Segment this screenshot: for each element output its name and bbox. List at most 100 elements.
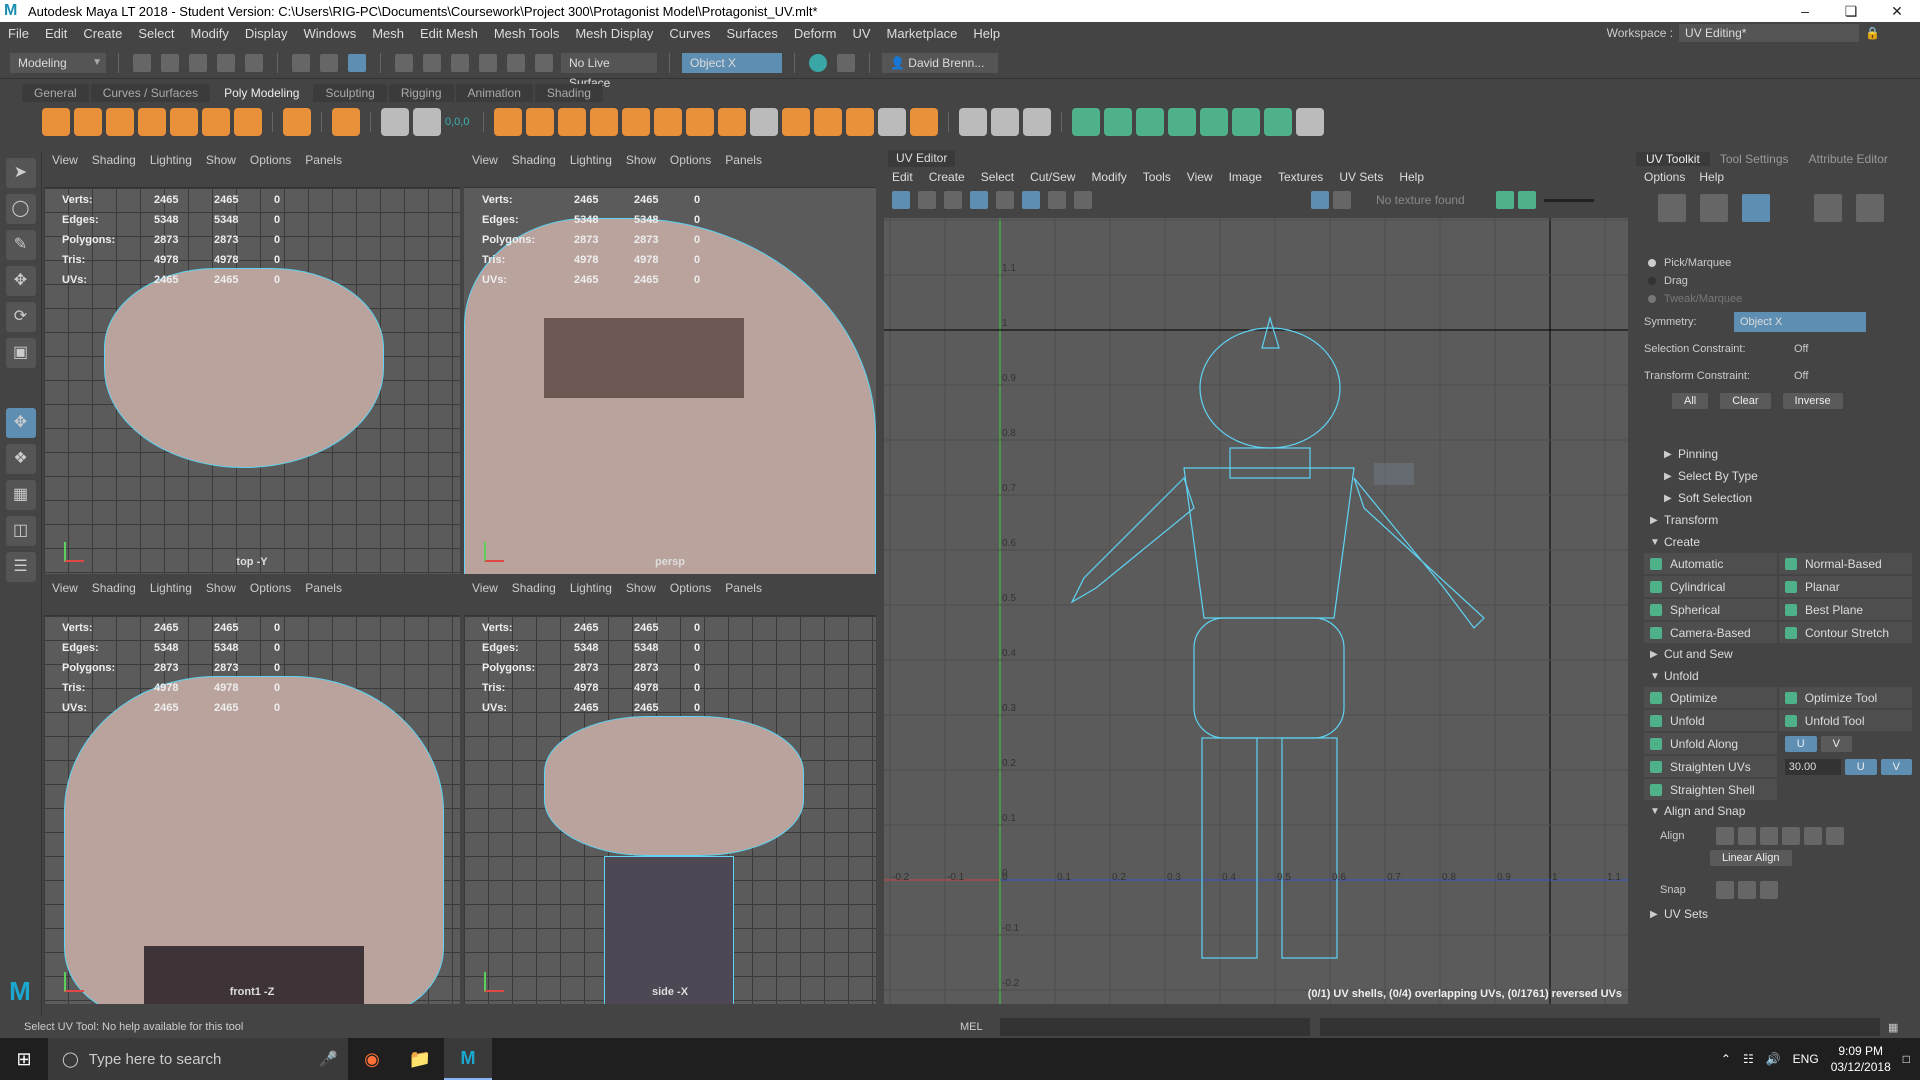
viewport-menu-lighting[interactable]: Lighting [150, 153, 192, 167]
best-plane-button[interactable]: Best Plane [1779, 599, 1912, 620]
language-indicator[interactable]: ENG [1793, 1052, 1819, 1066]
poly-cylinder-icon[interactable] [106, 108, 134, 136]
move-tool-icon[interactable]: ✥ [5, 266, 36, 296]
clock[interactable]: 9:09 PM 03/12/2018 [1831, 1043, 1891, 1075]
mirror-icon[interactable] [558, 108, 586, 136]
lasso-tool-icon[interactable]: ◯ [5, 194, 36, 224]
workspace-dropdown[interactable]: UV Editing* [1679, 24, 1860, 42]
uv-menu-tools[interactable]: Tools [1143, 170, 1171, 184]
outliner-icon[interactable]: ☰ [5, 552, 36, 582]
network-icon[interactable]: ☷ [1743, 1052, 1754, 1066]
rotate-tool-icon[interactable]: ⟳ [5, 302, 36, 332]
uv-menu-uv-sets[interactable]: UV Sets [1339, 170, 1383, 184]
menu-set-dropdown[interactable]: Modeling ▼ [10, 52, 106, 73]
viewport-side[interactable]: View Shading Lighting Show Options Panel… [464, 578, 876, 1004]
uv-texture-borders-icon[interactable] [918, 191, 936, 209]
snap-projected-icon[interactable] [479, 53, 497, 72]
edge-mode-icon[interactable] [1700, 194, 1728, 222]
poly-sphere-icon[interactable] [42, 108, 70, 136]
tab-tool-settings[interactable]: Tool Settings [1710, 152, 1799, 166]
align-center-v-icon[interactable] [1804, 826, 1822, 845]
uv-canvas[interactable]: -0.2 -0.1 0 0.1 0.2 0.3 0.4 0.5 0.6 0.7 0.8 0.9 1 1.1… [884, 218, 1628, 1004]
super-shape-icon[interactable] [332, 108, 360, 136]
vertex-mode-icon[interactable] [1658, 194, 1686, 222]
section-pinning[interactable]: ▶ Pinning [1636, 443, 1920, 465]
menu-marketplace[interactable]: Marketplace [879, 26, 966, 41]
viewport-menu-lighting[interactable]: Lighting [570, 581, 612, 595]
uv-shaded-icon[interactable] [944, 191, 962, 209]
viewport-menu-view[interactable]: View [52, 581, 78, 595]
menu-help[interactable]: Help [965, 26, 1008, 41]
poly-disc-icon[interactable] [234, 108, 262, 136]
viewport-toolbar[interactable] [464, 170, 876, 188]
fill-hole-icon[interactable] [750, 108, 778, 136]
layout-quad-icon[interactable]: ▦ [5, 480, 36, 510]
shelf-tab-general[interactable]: General [22, 84, 89, 102]
uv-menu-image[interactable]: Image [1229, 170, 1262, 184]
select-component-icon[interactable] [348, 53, 366, 72]
spherical-mapping-icon[interactable] [1136, 108, 1164, 136]
viewport-menu-options[interactable]: Options [670, 581, 711, 595]
viewport-menu-options[interactable]: Options [250, 153, 291, 167]
uv-menu-cut-sew[interactable]: Cut/Sew [1030, 170, 1075, 184]
menu-mesh-display[interactable]: Mesh Display [567, 26, 661, 41]
viewport-menu-view[interactable]: View [472, 153, 498, 167]
snap-curve-icon[interactable] [423, 53, 441, 72]
planar-mapping-icon[interactable] [1072, 108, 1100, 136]
viewport-menu-shading[interactable]: Shading [512, 581, 556, 595]
symmetry-dropdown[interactable]: Object X [1734, 311, 1866, 332]
automatic-mapping-icon[interactable] [1168, 108, 1196, 136]
chevron-up-icon[interactable]: ⌃ [1721, 1052, 1731, 1066]
radio-pick-marquee[interactable]: Pick/Marquee [1636, 254, 1920, 272]
section-uv-sets[interactable]: ▶ UV Sets [1636, 903, 1920, 925]
firefox-icon[interactable]: ◉ [348, 1038, 396, 1080]
mel-label[interactable]: MEL [960, 1021, 1000, 1033]
select-object-icon[interactable] [320, 53, 338, 72]
contour-stretch-icon[interactable] [1200, 108, 1228, 136]
viewport-toolbar[interactable] [44, 170, 460, 188]
section-create[interactable]: ▼ Create [1636, 531, 1920, 553]
menu-windows[interactable]: Windows [295, 26, 364, 41]
shelf-tab-poly-modeling[interactable]: Poly Modeling [212, 84, 312, 102]
tab-uv-toolkit[interactable]: UV Toolkit [1636, 152, 1710, 166]
uv-shell-mode-icon[interactable] [1742, 194, 1770, 222]
viewport-menu-panels[interactable]: Panels [305, 153, 342, 167]
uv-distortion-icon[interactable] [1048, 191, 1066, 209]
rgb-channel-icon[interactable] [1496, 191, 1514, 209]
viewport-menu-shading[interactable]: Shading [92, 153, 136, 167]
unfold-along-button[interactable]: Unfold Along [1644, 733, 1777, 754]
lock-icon[interactable]: 🔒 [1865, 26, 1880, 40]
unfold-along-u-toggle[interactable]: U [1784, 735, 1817, 752]
new-scene-icon[interactable] [133, 53, 151, 72]
spherical-button[interactable]: Spherical [1644, 599, 1777, 620]
character-head-mesh[interactable] [104, 268, 384, 468]
windows-start-icon[interactable]: ⊞ [0, 1049, 48, 1070]
viewport-toolbar[interactable] [44, 598, 460, 616]
uv-menu-edit[interactable]: Edit [892, 170, 913, 184]
user-account-dropdown[interactable]: 👤 David Brenn... [882, 52, 998, 73]
bridge-icon[interactable] [686, 108, 714, 136]
optimize-button[interactable]: Optimize [1644, 687, 1777, 708]
sew-uvs-icon[interactable] [1264, 108, 1292, 136]
viewport-menu-panels[interactable]: Panels [725, 153, 762, 167]
viewport-front[interactable]: View Shading Lighting Show Options Panel… [44, 578, 460, 1004]
menu-modify[interactable]: Modify [183, 26, 237, 41]
viewport-menu-shading[interactable]: Shading [92, 581, 136, 595]
uv-tool-icon[interactable]: ✥ [5, 408, 36, 438]
menu-create[interactable]: Create [75, 26, 130, 41]
menu-uv[interactable]: UV [844, 26, 878, 41]
viewport-menu-show[interactable]: Show [206, 153, 236, 167]
redo-icon[interactable] [245, 53, 263, 72]
viewport-menu-panels[interactable]: Panels [305, 581, 342, 595]
toolkit-menu-help[interactable]: Help [1699, 170, 1724, 184]
symmetry-dropdown[interactable]: Object X [682, 52, 782, 73]
select-all-button[interactable]: All [1672, 393, 1709, 409]
uv-grid-icon[interactable] [970, 191, 988, 209]
straighten-u-toggle[interactable]: U [1844, 758, 1877, 775]
image-icon[interactable] [1518, 191, 1536, 209]
poly-plane-icon[interactable] [202, 108, 230, 136]
center-pivot-icon[interactable] [381, 108, 409, 136]
toolkit-menu-options[interactable]: Options [1644, 170, 1685, 184]
display-image-icon[interactable] [1311, 191, 1329, 209]
reduce-icon[interactable] [622, 108, 650, 136]
